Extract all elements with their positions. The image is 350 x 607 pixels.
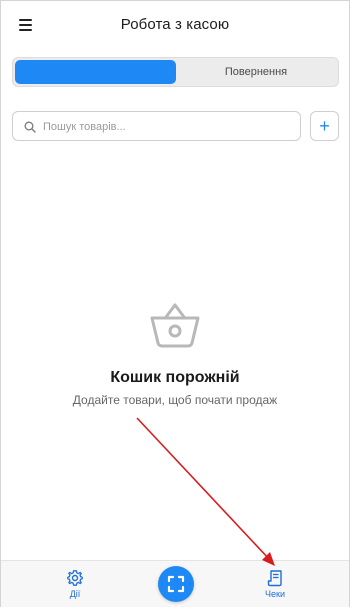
tab-sale[interactable] [15,60,176,84]
search-field [12,111,301,141]
empty-cart-subtitle: Додайте товари, щоб почати продаж [72,393,278,407]
search-input[interactable] [43,116,293,137]
gear-icon [67,570,83,586]
page-title: Робота з касою [120,16,230,33]
nav-actions-label: Дії [69,589,81,599]
empty-cart-title: Кошик порожній [110,369,240,386]
app-screen: Робота з касою Повернення + Кошик порожн… [0,0,350,607]
add-product-button[interactable]: + [310,111,339,141]
receipt-icon [267,570,282,587]
mode-tabs: Повернення [12,57,339,87]
nav-actions[interactable]: Дії [45,569,105,605]
top-bar: Робота з касою [1,1,349,47]
nav-receipts-label: Чеки [265,589,285,599]
search-icon [24,121,36,133]
scan-button[interactable] [158,566,194,602]
tab-return[interactable]: Повернення [176,60,336,84]
scan-icon [167,575,185,593]
basket-icon [150,303,200,348]
nav-receipts[interactable]: Чеки [245,569,305,605]
